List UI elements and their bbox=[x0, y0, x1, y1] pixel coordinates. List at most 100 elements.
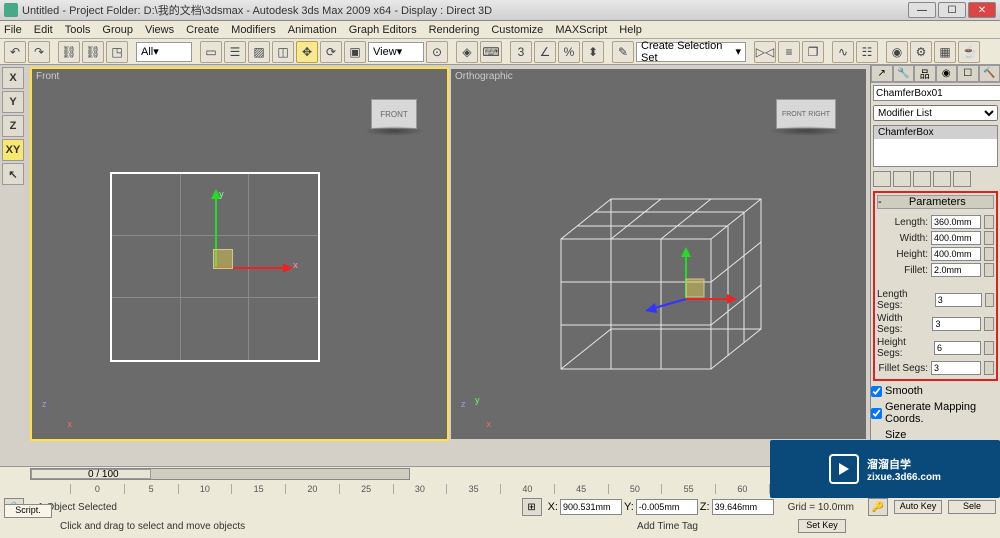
viewcube-ortho[interactable]: FRONT RIGHT bbox=[776, 99, 836, 129]
object-name-input[interactable] bbox=[873, 85, 1000, 101]
select-region-button[interactable]: ▨ bbox=[248, 41, 270, 63]
viewcube-front[interactable]: FRONT bbox=[371, 99, 417, 129]
menu-modifiers[interactable]: Modifiers bbox=[231, 24, 276, 36]
width-segs-spinner[interactable] bbox=[984, 317, 994, 331]
gizmo-xy-plane[interactable] bbox=[213, 249, 233, 269]
viewport-front[interactable]: Front FRONT y x zx bbox=[32, 69, 447, 439]
smooth-checkbox[interactable] bbox=[871, 386, 882, 397]
mapping-checkbox[interactable] bbox=[871, 408, 882, 419]
fillet-segs-input[interactable]: 3 bbox=[931, 361, 981, 375]
unique-button[interactable] bbox=[913, 171, 931, 187]
constrain-y[interactable]: Y bbox=[2, 91, 24, 113]
constrain-xy[interactable]: XY bbox=[2, 139, 24, 161]
layers-button[interactable]: ❐ bbox=[802, 41, 824, 63]
menu-edit[interactable]: Edit bbox=[34, 24, 53, 36]
link-button[interactable]: ⛓ bbox=[58, 41, 80, 63]
tab-modify[interactable]: 🔧 bbox=[893, 65, 915, 82]
tab-create[interactable]: ↗ bbox=[871, 65, 893, 82]
align-button[interactable]: ≡ bbox=[778, 41, 800, 63]
menu-tools[interactable]: Tools bbox=[65, 24, 91, 36]
menu-animation[interactable]: Animation bbox=[288, 24, 337, 36]
width-segs-input[interactable]: 3 bbox=[932, 317, 981, 331]
bind-button[interactable]: ◳ bbox=[106, 41, 128, 63]
length-input[interactable]: 360.0mm bbox=[931, 215, 981, 229]
viewport-ortho[interactable]: Orthographic FRONT RIGHT bbox=[451, 69, 866, 439]
menu-views[interactable]: Views bbox=[145, 24, 174, 36]
quick-render-button[interactable]: ☕ bbox=[958, 41, 980, 63]
scale-button[interactable]: ▣ bbox=[344, 41, 366, 63]
spinner-snap-button[interactable]: ⬍ bbox=[582, 41, 604, 63]
manip-button[interactable]: ◈ bbox=[456, 41, 478, 63]
z-coord-input[interactable]: 39.646mm bbox=[712, 499, 774, 515]
front-object[interactable]: y x bbox=[112, 174, 318, 360]
fillet-segs-spinner[interactable] bbox=[984, 361, 994, 375]
remove-mod-button[interactable] bbox=[933, 171, 951, 187]
constrain-z[interactable]: Z bbox=[2, 115, 24, 137]
maximize-button[interactable]: ☐ bbox=[938, 2, 966, 18]
move-button[interactable]: ✥ bbox=[296, 41, 318, 63]
render-setup-button[interactable]: ⚙ bbox=[910, 41, 932, 63]
show-end-button[interactable] bbox=[893, 171, 911, 187]
menu-help[interactable]: Help bbox=[619, 24, 642, 36]
redo-button[interactable]: ↷ bbox=[28, 41, 50, 63]
width-input[interactable]: 400.0mm bbox=[931, 231, 981, 245]
length-spinner[interactable] bbox=[984, 215, 994, 229]
width-spinner[interactable] bbox=[984, 231, 994, 245]
select-name-button[interactable]: ☰ bbox=[224, 41, 246, 63]
menu-group[interactable]: Group bbox=[102, 24, 133, 36]
length-segs-spinner[interactable] bbox=[985, 293, 994, 307]
add-time-tag[interactable]: Add Time Tag bbox=[637, 521, 698, 532]
menu-maxscript[interactable]: MAXScript bbox=[555, 24, 607, 36]
fillet-input[interactable]: 2.0mm bbox=[931, 263, 981, 277]
tab-motion[interactable]: ◉ bbox=[936, 65, 958, 82]
tab-hierarchy[interactable]: 品 bbox=[914, 65, 936, 82]
script-listener-button[interactable]: Script. bbox=[4, 504, 52, 518]
keyfilter-button[interactable]: Sele bbox=[948, 500, 996, 514]
render-frame-button[interactable]: ▦ bbox=[934, 41, 956, 63]
configure-button[interactable] bbox=[953, 171, 971, 187]
autokey-button[interactable]: Auto Key bbox=[894, 500, 942, 514]
menu-customize[interactable]: Customize bbox=[491, 24, 543, 36]
menu-rendering[interactable]: Rendering bbox=[429, 24, 480, 36]
abs-rel-button[interactable]: ⊞ bbox=[522, 498, 542, 516]
window-crossing-button[interactable]: ◫ bbox=[272, 41, 294, 63]
key-lock-icon[interactable]: 🔑 bbox=[868, 498, 888, 516]
unlink-button[interactable]: ⛓ bbox=[82, 41, 104, 63]
parameters-header[interactable]: -Parameters bbox=[877, 195, 994, 209]
height-input[interactable]: 400.0mm bbox=[931, 247, 981, 261]
keyboard-button[interactable]: ⌨ bbox=[480, 41, 502, 63]
minimize-button[interactable]: — bbox=[908, 2, 936, 18]
stack-item-chamferbox[interactable]: ChamferBox bbox=[874, 126, 997, 139]
select-button[interactable]: ▭ bbox=[200, 41, 222, 63]
ortho-object[interactable] bbox=[531, 159, 781, 399]
constrain-toggle[interactable]: ↖ bbox=[2, 163, 24, 185]
pivot-button[interactable]: ⊙ bbox=[426, 41, 448, 63]
snap-button[interactable]: 3 bbox=[510, 41, 532, 63]
undo-button[interactable]: ↶ bbox=[4, 41, 26, 63]
angle-snap-button[interactable]: ∠ bbox=[534, 41, 556, 63]
named-sel-edit-button[interactable]: ✎ bbox=[612, 41, 634, 63]
tab-utilities[interactable]: 🔨 bbox=[979, 65, 1000, 82]
modifier-stack[interactable]: ChamferBox bbox=[873, 125, 998, 167]
fillet-spinner[interactable] bbox=[984, 263, 994, 277]
tab-display[interactable]: ☐ bbox=[957, 65, 979, 82]
rotate-button[interactable]: ⟳ bbox=[320, 41, 342, 63]
named-selection-set[interactable]: Create Selection Set ▾ bbox=[636, 42, 746, 62]
pin-stack-button[interactable] bbox=[873, 171, 891, 187]
schematic-button[interactable]: ☷ bbox=[856, 41, 878, 63]
constrain-x[interactable]: X bbox=[2, 67, 24, 89]
length-segs-input[interactable]: 3 bbox=[935, 293, 982, 307]
menu-file[interactable]: File bbox=[4, 24, 22, 36]
y-coord-input[interactable]: -0.005mm bbox=[636, 499, 698, 515]
material-button[interactable]: ◉ bbox=[886, 41, 908, 63]
percent-snap-button[interactable]: % bbox=[558, 41, 580, 63]
ref-coord-select[interactable]: View ▾ bbox=[368, 42, 424, 62]
height-segs-spinner[interactable] bbox=[984, 341, 994, 355]
mirror-button[interactable]: ▷◁ bbox=[754, 41, 776, 63]
selection-filter[interactable]: All ▾ bbox=[136, 42, 192, 62]
setkey-button[interactable]: Set Key bbox=[798, 519, 846, 533]
height-spinner[interactable] bbox=[984, 247, 994, 261]
curve-editor-button[interactable]: ∿ bbox=[832, 41, 854, 63]
x-coord-input[interactable]: 900.531mm bbox=[560, 499, 622, 515]
menu-create[interactable]: Create bbox=[186, 24, 219, 36]
